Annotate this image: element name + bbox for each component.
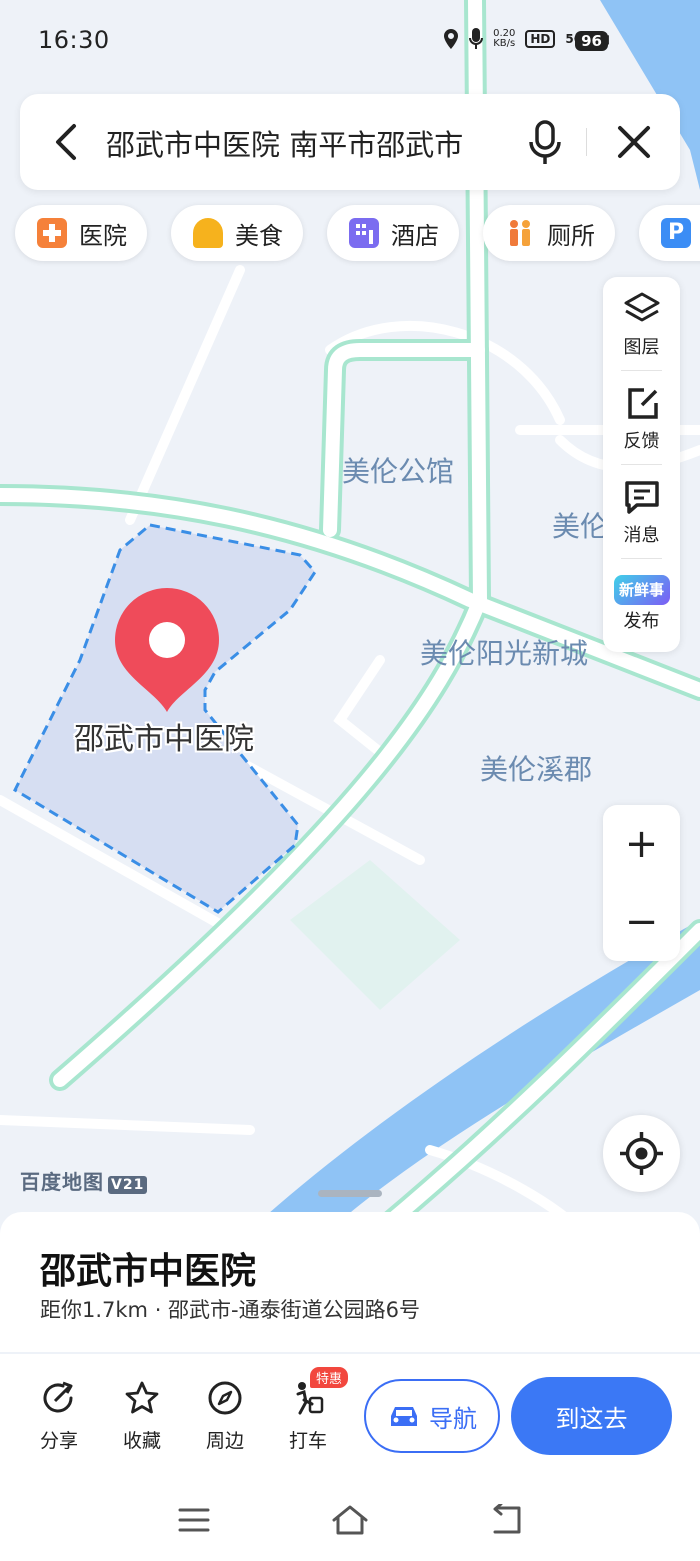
category-label: 美食: [235, 221, 283, 250]
category-chip-parking[interactable]: P: [639, 205, 700, 261]
locate-me-button[interactable]: [603, 1115, 680, 1192]
compass-icon: [208, 1381, 242, 1415]
action-label: 周边: [205, 1430, 244, 1452]
hd-badge: HD: [525, 30, 556, 48]
navigate-label: 导航: [429, 1404, 477, 1433]
zoom-controls: + −: [603, 805, 680, 961]
go-here-button[interactable]: 到这去: [511, 1377, 672, 1455]
location-icon: [444, 29, 459, 49]
search-divider: [586, 128, 587, 156]
hotel-icon: [349, 218, 379, 248]
crosshair-icon: [620, 1132, 663, 1175]
hospital-icon: [37, 218, 67, 248]
close-icon[interactable]: [614, 122, 654, 162]
sheet-drag-handle[interactable]: [318, 1190, 382, 1197]
category-chip-toilet[interactable]: 厕所: [483, 205, 615, 261]
network-speed: 0.20 KB/s: [493, 28, 516, 49]
system-nav-bar: [0, 1474, 700, 1561]
status-bar: 16:30 0.20KB/s HD 5G▮▮▮▮ 96: [0, 0, 700, 80]
promo-tag: 特惠: [310, 1367, 349, 1388]
map-label[interactable]: 美伦溪郡: [480, 748, 592, 788]
layers-icon: [624, 292, 659, 322]
tool-label: 反馈: [623, 431, 660, 452]
toilet-icon: [505, 218, 535, 248]
category-label: 酒店: [391, 221, 439, 250]
map-label[interactable]: 美伦阳光新城: [420, 632, 588, 672]
navigate-button[interactable]: 导航: [364, 1379, 500, 1453]
back-icon[interactable]: [489, 1504, 523, 1536]
battery-indicator: 96: [575, 31, 608, 51]
category-label: 医院: [79, 221, 127, 250]
favorite-button[interactable]: 收藏: [112, 1380, 172, 1453]
category-label: 厕所: [547, 221, 595, 250]
publish-button[interactable]: 新鲜事 发布: [603, 559, 680, 652]
share-icon: [43, 1381, 73, 1413]
map-logo: 百度地图 V21: [20, 1166, 148, 1195]
map-tools-panel: 图层 反馈 消息 新鲜事 发布: [603, 277, 680, 652]
zoom-in-button[interactable]: +: [603, 805, 680, 883]
category-chip-hotel[interactable]: 酒店: [327, 205, 459, 261]
feedback-button[interactable]: 反馈: [603, 371, 680, 464]
layers-button[interactable]: 图层: [603, 277, 680, 370]
selected-poi-label[interactable]: 邵武市中医院: [74, 714, 254, 758]
star-icon: [125, 1381, 159, 1414]
category-chip-food[interactable]: 美食: [171, 205, 303, 261]
food-icon: [193, 218, 223, 248]
share-button[interactable]: 分享: [29, 1380, 89, 1453]
tool-label: 消息: [623, 525, 660, 546]
place-title: 邵武市中医院: [40, 1251, 257, 1292]
map-label[interactable]: 美伦: [552, 505, 608, 545]
microphone-status-icon: [469, 28, 484, 49]
taxi-button[interactable]: 打车: [278, 1380, 338, 1453]
action-label: 收藏: [122, 1430, 161, 1452]
map-label[interactable]: 美伦公馆: [342, 450, 454, 490]
back-arrow-icon[interactable]: [46, 120, 86, 164]
nearby-button[interactable]: 周边: [195, 1380, 255, 1453]
place-address: 距你1.7km · 邵武市-通泰街道公园路6号: [40, 1298, 420, 1322]
status-time: 16:30: [38, 26, 110, 54]
menu-icon[interactable]: [178, 1507, 210, 1533]
category-chip-hospital[interactable]: 医院: [15, 205, 147, 261]
zoom-out-button[interactable]: −: [603, 883, 680, 961]
home-icon[interactable]: [331, 1504, 369, 1536]
microphone-icon[interactable]: [525, 118, 565, 166]
message-button[interactable]: 消息: [603, 465, 680, 558]
feedback-icon: [627, 388, 658, 419]
tool-label: 图层: [623, 337, 660, 358]
car-icon: [391, 1407, 417, 1426]
action-label: 打车: [288, 1430, 327, 1452]
message-icon: [624, 481, 659, 514]
new-post-icon: 新鲜事: [613, 575, 670, 605]
tool-label: 发布: [623, 611, 660, 632]
parking-icon: P: [661, 218, 691, 248]
action-label: 分享: [39, 1430, 78, 1452]
search-input[interactable]: 邵武市中医院 南平市邵武市: [106, 122, 516, 164]
search-bar[interactable]: 邵武市中医院 南平市邵武市: [20, 94, 680, 190]
